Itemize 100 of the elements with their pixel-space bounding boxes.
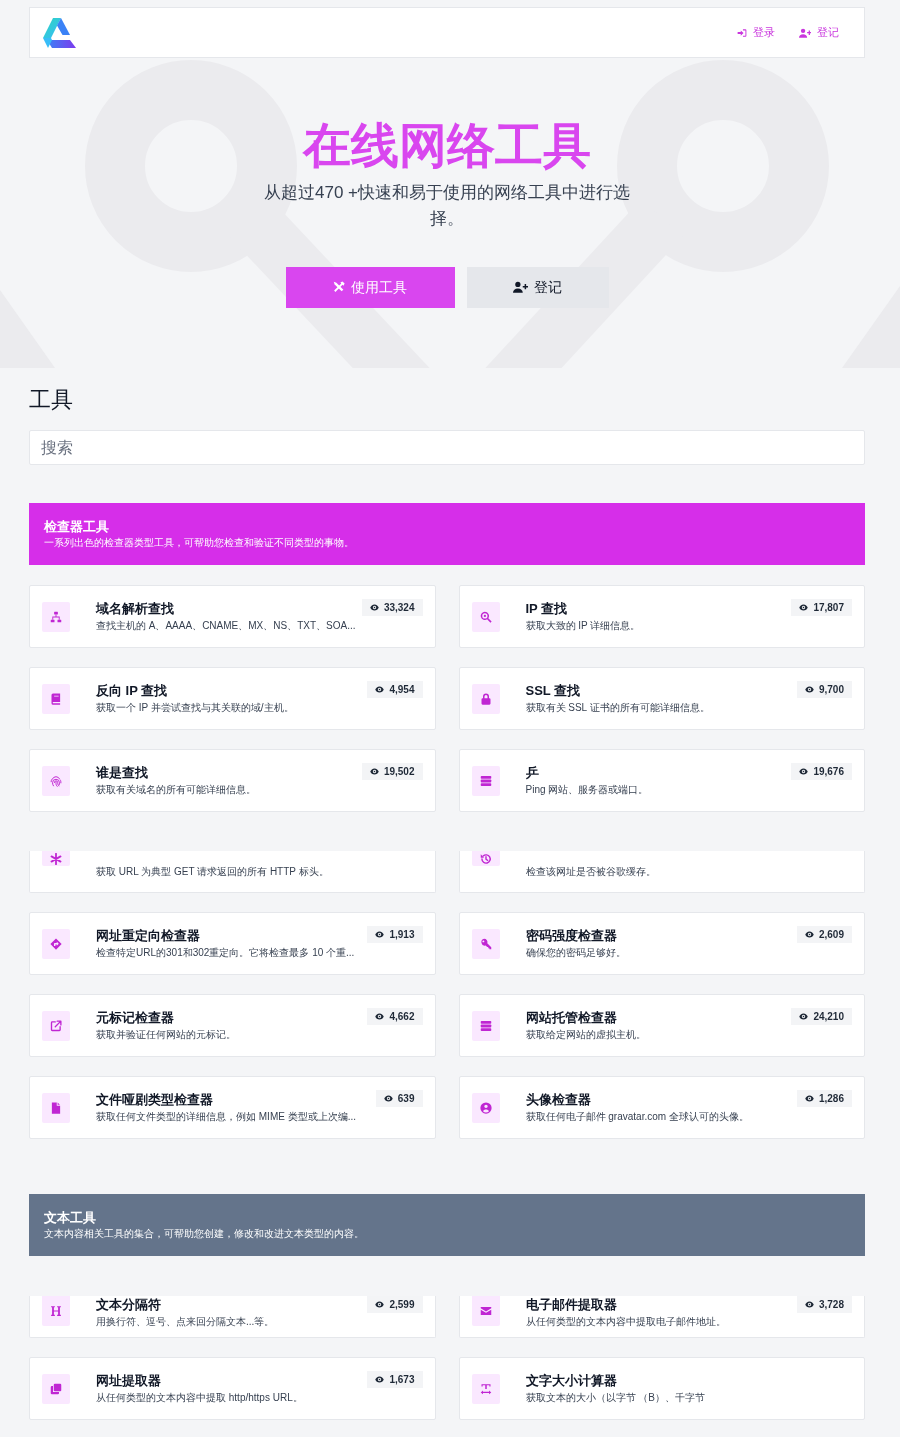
file-icon <box>42 1092 70 1123</box>
tool-card[interactable]: 文件哑剧类型检查器 获取任何文件类型的详细信息，例如 MIME 类型或上次编... 639 <box>29 1076 436 1140</box>
view-count: 2,599 <box>389 1298 415 1313</box>
tool-card[interactable]: 电子邮件提取器 从任何类型的文本内容中提取电子邮件地址。 3,728 <box>458 1296 865 1339</box>
view-count: 24,210 <box>813 1010 844 1025</box>
tool-card[interactable]: 域名解析查找 查找主机的 A、AAAA、CNAME、MX、NS、TXT、SOA... 33,324 <box>29 585 436 649</box>
tool-description: 确保您的密码足够好。 <box>525 946 627 961</box>
text-width-icon <box>471 1373 500 1404</box>
tool-description: 获取大致的 IP 详细信息。 <box>525 619 642 634</box>
category-description: 文本内容相关工具的集合，可帮助您创建，修改和改进文本类型的内容。 <box>44 1227 365 1242</box>
view-count: 2,609 <box>818 928 844 943</box>
key-icon <box>471 928 500 959</box>
book-icon <box>42 683 70 714</box>
tool-card[interactable]: 元标记检查器 获取并验证任何网站的元标记。 4,662 <box>29 994 436 1058</box>
lock-icon <box>471 683 500 714</box>
heading-icon <box>42 1296 70 1327</box>
view-count: 9,700 <box>818 683 844 698</box>
eye-icon <box>799 603 809 613</box>
tool-title: 文字大小计算器 <box>525 1372 618 1390</box>
user-plus-icon <box>798 27 811 38</box>
copy-icon <box>42 1373 70 1404</box>
tool-title: SSL 查找 <box>525 682 582 700</box>
tool-description: 获取有关 SSL 证书的所有可能详细信息。 <box>525 701 711 716</box>
view-count: 639 <box>397 1092 415 1107</box>
tool-card[interactable]: 网址提取器 从任何类型的文本内容中提取 http/https URL。 1,673 <box>29 1357 436 1421</box>
user-plus-icon <box>513 281 528 294</box>
tool-title: 域名解析查找 <box>96 600 175 618</box>
tool-card[interactable]: 谁是查找 获取有关域名的所有可能详细信息。 19,502 <box>29 749 436 813</box>
eye-icon <box>375 930 385 940</box>
tool-description: 从任何类型的文本内容中提取电子邮件地址。 <box>525 1315 727 1330</box>
tool-card[interactable]: 获取 URL 为典型 GET 请求返回的所有 HTTP 标头。 <box>29 851 436 894</box>
sitemap-icon <box>42 601 70 632</box>
sign-in-icon <box>736 27 747 38</box>
tool-title: 网址重定向检查器 <box>96 927 201 945</box>
eye-icon <box>369 767 379 777</box>
register-button[interactable]: 登记 <box>466 266 609 308</box>
directions-icon <box>42 928 70 959</box>
tool-card[interactable]: SSL 查找 获取有关 SSL 证书的所有可能详细信息。 9,700 <box>458 667 865 731</box>
tool-title: 密码强度检查器 <box>525 927 618 945</box>
tool-card[interactable]: 网站托管检查器 获取给定网站的虚拟主机。 24,210 <box>458 994 865 1058</box>
tool-card[interactable]: 文字大小计算器 获取文本的大小（以字节 （B）、千字节 <box>458 1357 865 1421</box>
tool-description: 检查特定URL的301和302重定向。它将检查最多 10 个重... <box>96 946 356 961</box>
logo-icon[interactable] <box>42 17 77 48</box>
tool-card[interactable]: 乒 Ping 网站、服务器或端口。 19,676 <box>458 749 865 813</box>
tool-title: 文件哑剧类型检查器 <box>96 1091 214 1109</box>
eye-icon <box>375 685 385 695</box>
eye-icon <box>804 1094 814 1104</box>
tool-description: 查找主机的 A、AAAA、CNAME、MX、NS、TXT、SOA... <box>96 619 357 634</box>
asterisk-icon <box>42 851 70 867</box>
tool-description: 获取一个 IP 并尝试查找与其关联的域/主机。 <box>96 701 295 716</box>
tool-card[interactable]: 反向 IP 查找 获取一个 IP 并尝试查找与其关联的域/主机。 4,954 <box>29 667 436 731</box>
tool-description: 获取文本的大小（以字节 （B）、千字节 <box>525 1391 706 1406</box>
search-field[interactable]: 搜索 <box>29 430 865 466</box>
eye-icon <box>804 685 814 695</box>
category-description: 一系列出色的检查器类型工具，可帮助您检查和验证不同类型的事物。 <box>44 536 355 551</box>
eye-icon <box>799 767 809 777</box>
tool-title: 头像检查器 <box>525 1091 592 1109</box>
tool-title: 网站托管检查器 <box>525 1009 618 1027</box>
view-count: 19,676 <box>813 765 844 780</box>
view-count: 1,286 <box>818 1092 844 1107</box>
view-count: 1,913 <box>389 928 415 943</box>
search-icon <box>471 601 500 632</box>
eye-icon <box>375 1300 385 1310</box>
external-link-icon <box>42 1010 70 1041</box>
eye-icon <box>375 1375 385 1385</box>
tool-card[interactable]: 头像检查器 获取任何电子邮件 gravatar.com 全球认可的头像。 1,286 <box>458 1076 865 1140</box>
envelope-icon <box>471 1296 500 1327</box>
tool-description: 用换行符、逗号、点来回分隔文本...等。 <box>96 1315 276 1330</box>
tool-card[interactable]: 检查该网址是否被谷歌缓存。 <box>458 851 865 894</box>
history-icon <box>471 851 500 867</box>
tool-description: 获取有关域名的所有可能详细信息。 <box>96 783 257 798</box>
tool-card[interactable]: 网址重定向检查器 检查特定URL的301和302重定向。它将检查最多 10 个重... 1,913 <box>29 912 436 976</box>
tool-title: 文本分隔符 <box>96 1296 162 1314</box>
tool-description: 获取任何电子邮件 gravatar.com 全球认可的头像。 <box>525 1110 750 1125</box>
tool-title: 网址提取器 <box>96 1372 162 1390</box>
hero-title: 在线网络工具 <box>303 120 591 173</box>
tools-icon <box>333 281 345 294</box>
eye-icon <box>369 603 379 613</box>
view-count: 19,502 <box>383 765 415 780</box>
tool-title: 乒 <box>525 764 540 782</box>
section-heading: 工具 <box>29 387 74 414</box>
tool-title: 谁是查找 <box>96 764 149 782</box>
eye-icon <box>383 1094 393 1104</box>
category-title: 检查器工具 <box>44 518 110 536</box>
view-count: 4,662 <box>389 1010 415 1025</box>
view-count: 33,324 <box>383 601 415 616</box>
tool-description: 从任何类型的文本内容中提取 http/https URL。 <box>96 1391 304 1406</box>
tool-title: 电子邮件提取器 <box>525 1296 618 1314</box>
tool-card[interactable]: 文本分隔符 用换行符、逗号、点来回分隔文本...等。 2,599 <box>29 1296 436 1339</box>
server-icon <box>471 1010 500 1041</box>
tool-card[interactable]: IP 查找 获取大致的 IP 详细信息。 17,807 <box>458 585 865 649</box>
view-count: 1,673 <box>389 1373 415 1388</box>
tool-card[interactable]: 密码强度检查器 确保您的密码足够好。 2,609 <box>458 912 865 976</box>
login-link[interactable]: 登录 <box>736 24 775 41</box>
tool-description: 获取并验证任何网站的元标记。 <box>96 1028 237 1043</box>
tool-title: 反向 IP 查找 <box>96 682 169 700</box>
eye-icon <box>804 930 814 940</box>
view-count: 4,954 <box>389 683 415 698</box>
tool-title: 元标记检查器 <box>96 1009 175 1027</box>
register-link[interactable]: 登记 <box>798 24 839 41</box>
